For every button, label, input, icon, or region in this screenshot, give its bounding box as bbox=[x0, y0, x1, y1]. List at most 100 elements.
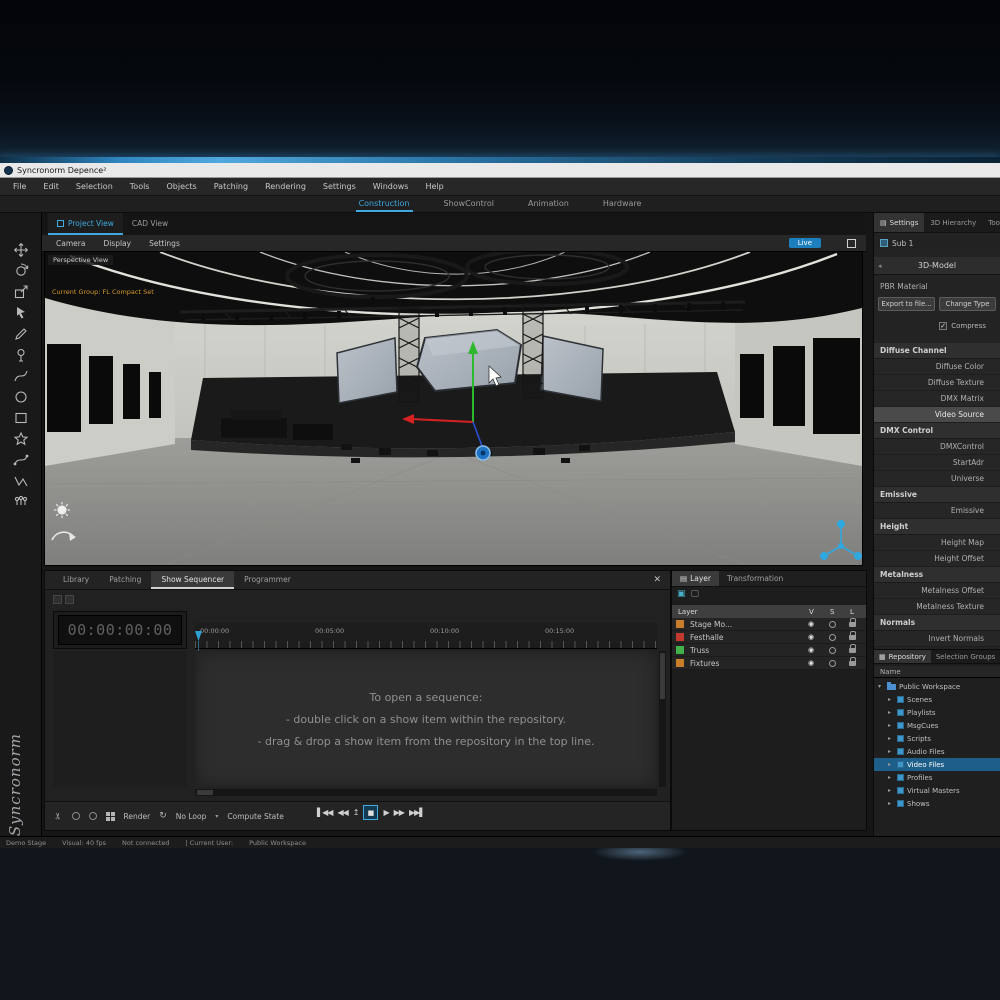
tab-selection-groups[interactable]: Selection Groups bbox=[931, 650, 1000, 663]
vertical-scrollbar[interactable] bbox=[659, 651, 666, 787]
visibility-eye-icon[interactable]: ◉ bbox=[808, 659, 814, 667]
record-dot-button-1[interactable] bbox=[71, 812, 80, 820]
layer-row-truss[interactable]: Truss ◉ bbox=[672, 644, 866, 657]
expand-arrow-icon[interactable]: ▸ bbox=[888, 696, 894, 703]
draw-tool-button[interactable] bbox=[0, 323, 42, 344]
menu-item-help[interactable]: Help bbox=[425, 182, 443, 191]
timeline-ruler[interactable]: 00:00:00 00:05:00 00:10:00 00:15:00 bbox=[195, 623, 657, 649]
prop-metalness-texture[interactable]: Metalness Texture bbox=[874, 599, 1000, 615]
group-emissive[interactable]: Emissive bbox=[874, 487, 1000, 503]
record-dot-button-2[interactable] bbox=[88, 812, 97, 820]
expand-arrow-icon[interactable]: ▸ bbox=[888, 787, 894, 794]
star-tool-button[interactable] bbox=[0, 428, 42, 449]
section-header-3d-model[interactable]: ◂ 3D-Model bbox=[874, 257, 1000, 275]
prop-dmxcontrol[interactable]: DMXControl bbox=[874, 439, 1000, 455]
expand-arrow-icon[interactable]: ▸ bbox=[888, 735, 894, 742]
tree-row-msgcues[interactable]: ▸ MsgCues bbox=[874, 719, 1000, 732]
solo-icon[interactable] bbox=[829, 659, 836, 667]
menu-item-settings[interactable]: Settings bbox=[323, 182, 356, 191]
fixture-group-tool-button[interactable] bbox=[0, 491, 42, 512]
tree-row-profiles[interactable]: ▸ Profiles bbox=[874, 771, 1000, 784]
tab-settings-panel[interactable]: ▤ Settings bbox=[874, 213, 925, 232]
compute-state-button[interactable]: Compute State bbox=[227, 812, 283, 821]
prop-height-map[interactable]: Height Map bbox=[874, 535, 1000, 551]
pin-tool-button[interactable] bbox=[0, 344, 42, 365]
prop-metalness-offset[interactable]: Metalness Offset bbox=[874, 583, 1000, 599]
tab-transformation[interactable]: Transformation bbox=[719, 571, 791, 586]
group-dmx-control[interactable]: DMX Control bbox=[874, 423, 1000, 439]
export-to-file-button[interactable]: Export to file... bbox=[878, 297, 935, 311]
tree-row-scripts[interactable]: ▸ Scripts bbox=[874, 732, 1000, 745]
tab-construction[interactable]: Construction bbox=[355, 196, 413, 212]
menu-item-selection[interactable]: Selection bbox=[76, 182, 113, 191]
visibility-eye-icon[interactable]: ◉ bbox=[808, 646, 814, 654]
menu-item-windows[interactable]: Windows bbox=[373, 182, 409, 191]
lock-icon[interactable] bbox=[849, 618, 856, 627]
solo-icon[interactable] bbox=[829, 633, 836, 641]
select-tool-button[interactable] bbox=[0, 302, 42, 323]
expand-arrow-icon[interactable]: ▸ bbox=[888, 709, 894, 716]
expand-arrow-icon[interactable]: ▸ bbox=[888, 761, 894, 768]
loop-dropdown-icon[interactable]: ▾ bbox=[215, 813, 218, 820]
tab-tools[interactable]: Tools bbox=[982, 213, 1000, 232]
menu-item-file[interactable]: File bbox=[13, 182, 26, 191]
tab-cad-view[interactable]: CAD View bbox=[123, 213, 177, 235]
expand-arrow-icon[interactable]: ▸ bbox=[888, 748, 894, 755]
curve-tool-button[interactable] bbox=[0, 449, 42, 470]
layer-row-fixtures[interactable]: Fixtures ◉ bbox=[672, 657, 866, 670]
prop-height-offset[interactable]: Height Offset bbox=[874, 551, 1000, 567]
tab-programmer[interactable]: Programmer bbox=[234, 571, 301, 589]
play-button[interactable]: ▶ bbox=[383, 808, 389, 817]
tree-row-virtual-masters[interactable]: ▸ Virtual Masters bbox=[874, 784, 1000, 797]
layer-row-stage-model[interactable]: Stage Mo... ◉ bbox=[672, 618, 866, 631]
tab-animation[interactable]: Animation bbox=[525, 196, 572, 212]
tree-row-video-files[interactable]: ▸ Video Files bbox=[874, 758, 1000, 771]
solo-icon[interactable] bbox=[829, 620, 836, 628]
menu-item-objects[interactable]: Objects bbox=[166, 182, 196, 191]
cut-tool-icon[interactable]: ✂ bbox=[54, 812, 64, 820]
settings-menu[interactable]: Settings bbox=[149, 239, 180, 248]
display-menu[interactable]: Display bbox=[103, 239, 131, 248]
menu-item-rendering[interactable]: Rendering bbox=[265, 182, 306, 191]
fast-forward-button[interactable]: ▶▶ bbox=[394, 808, 405, 817]
move-tool-button[interactable] bbox=[0, 239, 42, 260]
circle-tool-button[interactable] bbox=[0, 386, 42, 407]
tree-row-playlists[interactable]: ▸ Playlists bbox=[874, 706, 1000, 719]
remove-layer-icon[interactable]: ▢ bbox=[691, 590, 700, 599]
close-panel-icon[interactable]: ✕ bbox=[653, 575, 661, 585]
prop-universe[interactable]: Universe bbox=[874, 471, 1000, 487]
horizontal-scrollbar[interactable] bbox=[195, 789, 657, 796]
prop-emissive[interactable]: Emissive bbox=[874, 503, 1000, 519]
tree-row-shows[interactable]: ▸ Shows bbox=[874, 797, 1000, 810]
tab-3d-hierarchy[interactable]: 3D Hierarchy bbox=[924, 213, 982, 232]
tree-row-public-workspace[interactable]: ▾ Public Workspace bbox=[874, 680, 1000, 693]
selected-object-row[interactable]: Sub 1 bbox=[874, 235, 1000, 251]
orbit-tool-button[interactable] bbox=[0, 260, 42, 281]
skip-end-button[interactable]: ▶▶▌ bbox=[409, 808, 426, 817]
prop-invert-normals[interactable]: Invert Normals bbox=[874, 631, 1000, 647]
rectangle-tool-button[interactable] bbox=[0, 407, 42, 428]
live-button[interactable]: Live bbox=[788, 238, 821, 248]
tab-layer[interactable]: ▤ Layer bbox=[672, 571, 720, 586]
tab-patching[interactable]: Patching bbox=[99, 571, 151, 589]
prop-diffuse-color[interactable]: Diffuse Color bbox=[874, 359, 1000, 375]
sequencer-option-button-1[interactable] bbox=[53, 595, 62, 604]
prop-diffuse-texture[interactable]: Diffuse Texture bbox=[874, 375, 1000, 391]
spline-tool-button[interactable] bbox=[0, 365, 42, 386]
skip-start-button[interactable]: ▌◀◀ bbox=[317, 808, 334, 817]
viewport-3d[interactable]: Perspective View Current Group: FL Compa… bbox=[44, 251, 863, 566]
3d-scene[interactable] bbox=[45, 252, 862, 565]
menu-item-edit[interactable]: Edit bbox=[43, 182, 59, 191]
menu-item-patching[interactable]: Patching bbox=[214, 182, 248, 191]
lock-icon[interactable] bbox=[849, 657, 856, 666]
horizontal-scrollbar-thumb[interactable] bbox=[197, 790, 213, 795]
expand-arrow-icon[interactable]: ▾ bbox=[878, 683, 884, 690]
layer-row-festhalle[interactable]: Festhalle ◉ bbox=[672, 631, 866, 644]
prop-video-source[interactable]: Video Source bbox=[874, 407, 1000, 423]
tab-library[interactable]: Library bbox=[53, 571, 99, 589]
render-button[interactable]: Render bbox=[124, 812, 151, 821]
stop-button[interactable]: ■ bbox=[363, 805, 379, 820]
solo-icon[interactable] bbox=[829, 646, 836, 654]
tree-row-audio-files[interactable]: ▸ Audio Files bbox=[874, 745, 1000, 758]
add-layer-icon[interactable]: ▣ bbox=[677, 590, 686, 599]
